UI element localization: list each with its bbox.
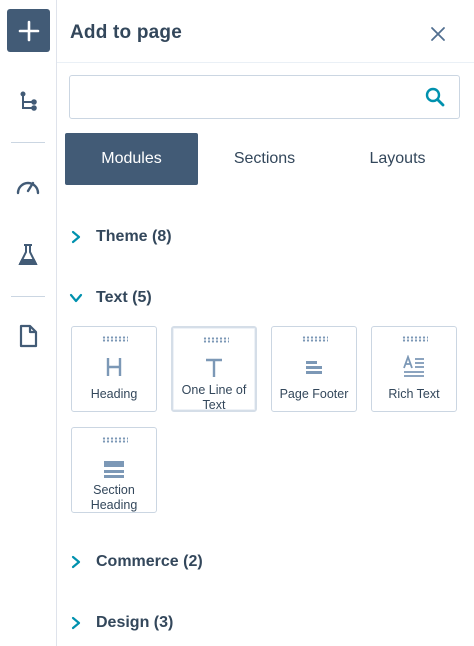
- drag-handle-icon[interactable]: [203, 337, 229, 343]
- drag-handle-icon[interactable]: [402, 336, 428, 342]
- module-card-section-heading[interactable]: Section Heading: [71, 427, 157, 513]
- module-label: One Line of Text: [181, 383, 247, 412]
- module-card-rich-text[interactable]: Rich Text: [371, 326, 457, 412]
- chevron-right-icon: [65, 226, 87, 248]
- close-button[interactable]: [428, 24, 448, 44]
- search-box[interactable]: [69, 75, 460, 119]
- section-text[interactable]: Text (5): [65, 284, 152, 312]
- drag-handle-icon[interactable]: [102, 336, 128, 342]
- section-label: Commerce (2): [96, 553, 203, 570]
- section-design[interactable]: Design (3): [65, 609, 173, 637]
- search-icon[interactable]: [425, 87, 445, 107]
- module-label: Rich Text: [388, 387, 440, 401]
- tab-bar: Modules Sections Layouts: [65, 133, 464, 185]
- chevron-right-icon: [65, 551, 87, 573]
- rail-divider: [11, 142, 45, 143]
- heading-icon: [72, 353, 156, 381]
- section-heading-icon: [72, 456, 156, 484]
- section-label: Text (5): [96, 289, 152, 306]
- rich-text-icon: [372, 353, 456, 381]
- rail-divider: [11, 296, 45, 297]
- drag-handle-icon[interactable]: [302, 336, 328, 342]
- speedometer-icon[interactable]: [14, 172, 42, 200]
- section-theme[interactable]: Theme (8): [65, 223, 172, 251]
- header-divider: [57, 62, 474, 63]
- add-to-page-panel: Add to page Modules Sections Layouts The…: [57, 0, 474, 646]
- document-icon[interactable]: [14, 322, 42, 350]
- module-card-one-line-of-text[interactable]: One Line of Text: [171, 326, 257, 412]
- chevron-down-icon: [65, 287, 87, 309]
- section-label: Theme (8): [96, 228, 172, 245]
- left-rail: [0, 0, 57, 646]
- module-card-heading[interactable]: Heading: [71, 326, 157, 412]
- tab-modules[interactable]: Modules: [65, 133, 198, 185]
- add-button[interactable]: [7, 9, 50, 52]
- close-icon: [431, 27, 445, 41]
- tab-layouts[interactable]: Layouts: [331, 133, 464, 185]
- module-card-page-footer[interactable]: Page Footer: [271, 326, 357, 412]
- page-footer-icon: [272, 353, 356, 381]
- module-label: Heading: [90, 387, 138, 401]
- flask-icon[interactable]: [14, 241, 42, 269]
- section-label: Design (3): [96, 614, 174, 631]
- module-label: Section Heading: [90, 483, 138, 512]
- drag-handle-icon[interactable]: [102, 437, 128, 443]
- text-line-icon: [173, 354, 255, 382]
- tab-sections[interactable]: Sections: [198, 133, 331, 185]
- section-commerce[interactable]: Commerce (2): [65, 548, 203, 576]
- panel-title: Add to page: [70, 22, 182, 43]
- chevron-right-icon: [65, 612, 87, 634]
- module-label: Page Footer: [279, 387, 349, 401]
- search-input[interactable]: [80, 84, 414, 110]
- tree-structure-icon[interactable]: [14, 88, 42, 116]
- plus-icon: [18, 20, 39, 41]
